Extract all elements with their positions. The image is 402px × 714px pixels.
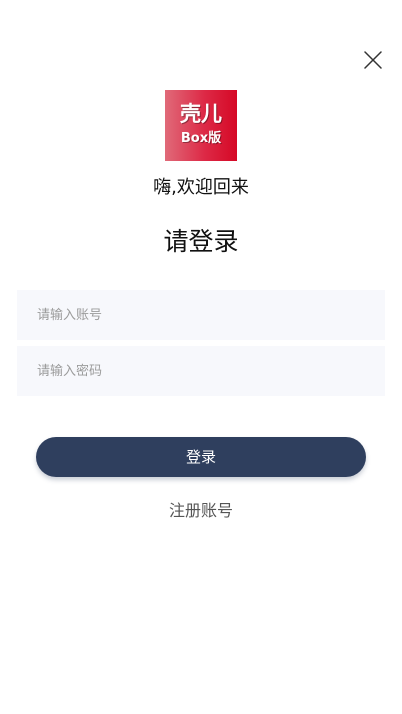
close-icon bbox=[364, 51, 382, 69]
account-field-container bbox=[17, 290, 385, 340]
register-link[interactable]: 注册账号 bbox=[0, 499, 402, 523]
logo-text-main: 壳儿 bbox=[180, 102, 222, 126]
close-button[interactable] bbox=[361, 48, 385, 72]
app-logo: 壳儿 Box版 bbox=[165, 90, 237, 161]
logo-text-sub: Box版 bbox=[180, 131, 222, 146]
account-input[interactable] bbox=[17, 290, 385, 340]
password-input[interactable] bbox=[17, 346, 385, 396]
password-field-container bbox=[17, 346, 385, 396]
page-title: 请登录 bbox=[163, 227, 239, 256]
welcome-text: 嗨,欢迎回来 bbox=[153, 177, 249, 198]
login-button[interactable]: 登录 bbox=[36, 437, 366, 477]
